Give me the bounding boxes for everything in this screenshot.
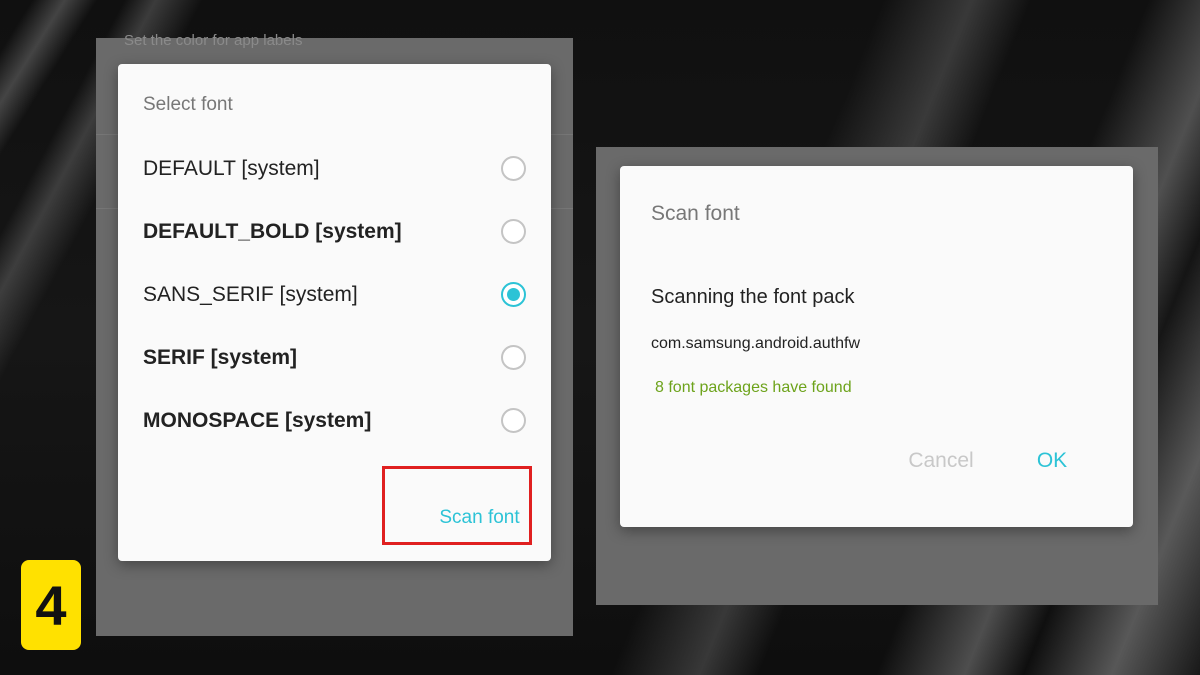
package-name: com.samsung.android.authfw [651, 335, 860, 352]
scan-result-text: 8 font packages have found [655, 379, 852, 396]
ok-button[interactable]: OK [1018, 436, 1086, 486]
font-option-label: DEFAULT [system] [143, 156, 320, 180]
radio-button[interactable] [501, 156, 526, 181]
font-option-monospace[interactable]: MONOSPACE [system] [118, 389, 551, 452]
font-option-default[interactable]: DEFAULT [system] [118, 137, 551, 200]
font-option-label: SANS_SERIF [system] [143, 282, 358, 306]
radio-button[interactable] [501, 408, 526, 433]
dialog-title: Scan font [651, 202, 740, 225]
scan-font-button[interactable]: Scan font [418, 492, 541, 544]
font-option-label: SERIF [system] [143, 345, 298, 369]
font-option-default-bold[interactable]: DEFAULT_BOLD [system] [118, 200, 551, 263]
font-option-label: MONOSPACE [system] [143, 408, 372, 432]
select-font-dialog: Select font DEFAULT [system] DEFAULT_BOL… [118, 64, 551, 561]
cancel-button[interactable]: Cancel [890, 436, 992, 486]
background-hint-text: Set the color for app labels [124, 32, 303, 49]
radio-button[interactable] [501, 219, 526, 244]
scan-font-dialog: Scan font Scanning the font pack com.sam… [620, 166, 1133, 527]
font-option-label: DEFAULT_BOLD [system] [143, 219, 402, 243]
font-option-sans-serif[interactable]: SANS_SERIF [system] [118, 263, 551, 326]
step-number-badge: 4 [21, 560, 81, 650]
dialog-title: Select font [143, 94, 233, 115]
radio-button[interactable] [501, 345, 526, 370]
radio-button-checked[interactable] [501, 282, 526, 307]
font-option-serif[interactable]: SERIF [system] [118, 326, 551, 389]
scan-message: Scanning the font pack [651, 286, 855, 308]
